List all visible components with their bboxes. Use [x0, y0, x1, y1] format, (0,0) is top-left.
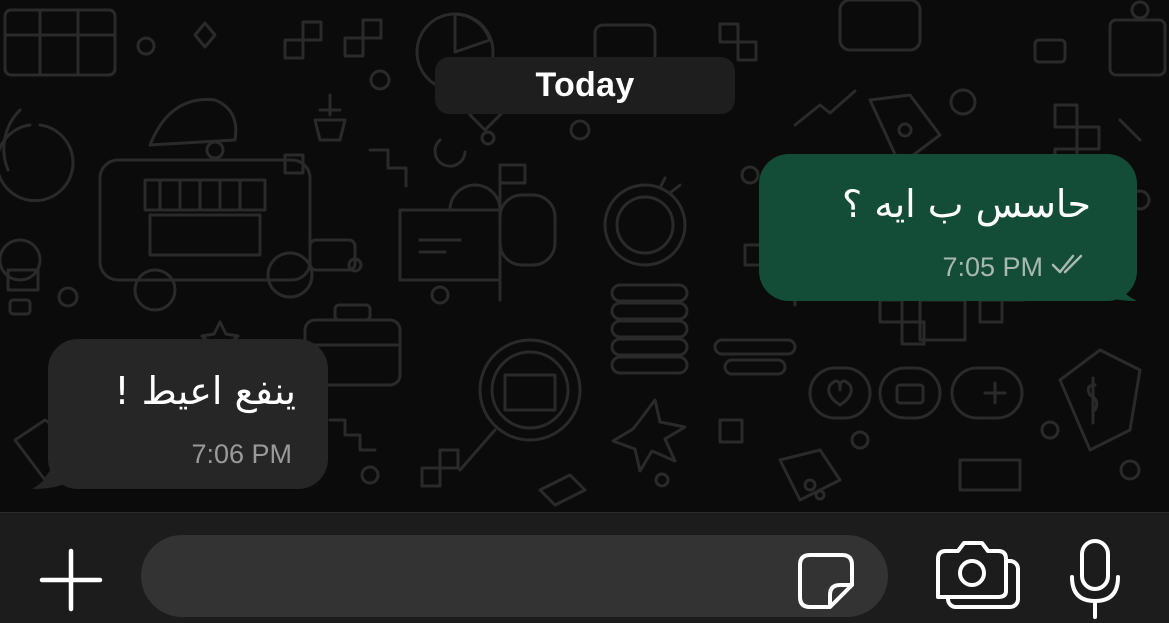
- message-input[interactable]: [141, 535, 888, 617]
- camera-icon: [936, 541, 1020, 609]
- outgoing-message-bubble[interactable]: حاسس ب ايه ؟ 7:05 PM: [759, 154, 1137, 301]
- bubble-tail: [1097, 261, 1137, 301]
- microphone-button[interactable]: [1064, 537, 1126, 623]
- microphone-icon: [1070, 539, 1120, 619]
- message-text: حاسس ب ايه ؟: [841, 182, 1091, 226]
- composer-bar: [0, 512, 1169, 623]
- message-time: 7:06 PM: [191, 439, 292, 469]
- message-meta: 7:05 PM: [942, 252, 1091, 283]
- double-check-icon: [1051, 252, 1091, 283]
- bubble-tail: [32, 445, 72, 489]
- sticker-button[interactable]: [796, 551, 856, 611]
- sticker-icon: [798, 553, 854, 609]
- chat-screen: Today حاسس ب ايه ؟ 7:05 PM ينفع اعيط ! 7…: [0, 0, 1169, 623]
- plus-icon: [39, 548, 103, 612]
- camera-button[interactable]: [934, 541, 1024, 611]
- date-divider: Today: [435, 57, 735, 114]
- message-time: 7:05 PM: [942, 252, 1043, 282]
- message-text: ينفع اعيط !: [114, 369, 296, 413]
- attach-button[interactable]: [38, 547, 104, 613]
- message-meta: 7:06 PM: [191, 439, 292, 470]
- incoming-message-bubble[interactable]: ينفع اعيط ! 7:06 PM: [32, 339, 328, 489]
